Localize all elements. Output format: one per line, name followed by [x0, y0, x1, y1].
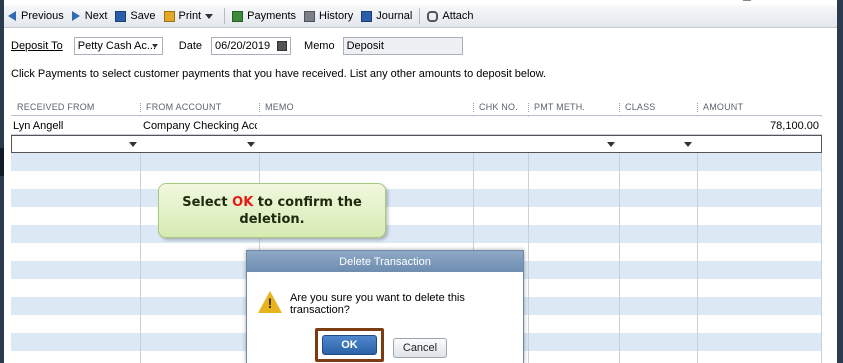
payments-icon — [232, 10, 244, 22]
col-class[interactable]: CLASS — [625, 102, 656, 112]
printer-icon — [163, 10, 175, 22]
print-label: Print — [178, 10, 202, 22]
cell-amount[interactable]: 78,100.00 — [700, 120, 819, 132]
col-separator — [528, 103, 529, 112]
col-separator — [140, 103, 141, 112]
payments-label: Payments — [247, 10, 297, 22]
memo-value: Deposit — [346, 40, 384, 52]
cancel-button[interactable]: Cancel — [393, 338, 447, 358]
attach-label: Attach — [442, 10, 474, 22]
toolbar-divider — [224, 8, 226, 24]
deposit-to-label: Deposit To — [11, 40, 63, 52]
history-label: History — [319, 10, 354, 22]
window-right-edge — [837, 0, 843, 363]
toolbar: Previous Next Save Print Payments Histor… — [4, 5, 837, 28]
journal-label: Journal — [376, 10, 413, 22]
memo-label: Memo — [304, 40, 335, 52]
date-label: Date — [178, 40, 203, 52]
ok-button[interactable]: OK — [322, 335, 377, 355]
journal-button[interactable]: Journal — [357, 6, 416, 26]
new-entry-row[interactable] — [11, 135, 822, 153]
memo-field[interactable]: Deposit — [342, 37, 463, 55]
warning-exclamation: ! — [267, 295, 273, 311]
print-button[interactable]: Print — [160, 6, 222, 26]
date-field[interactable]: 06/20/2019 — [211, 37, 292, 55]
history-button[interactable]: History — [300, 6, 357, 26]
cell-received-from[interactable]: Lyn Angell — [13, 120, 137, 132]
dialog-message: Are you sure you want to delete this tra… — [290, 292, 465, 316]
ok-highlight-frame: OK — [315, 328, 384, 362]
save-label: Save — [130, 10, 156, 22]
col-chk-no[interactable]: CHK NO. — [479, 102, 518, 112]
next-label: Next — [84, 10, 108, 22]
dialog-title: Delete Transaction — [247, 251, 523, 272]
grid-row-blank[interactable] — [11, 189, 822, 207]
toolbar-divider — [419, 8, 421, 24]
grid-column-line — [140, 116, 141, 363]
deposit-header: Deposit To Petty Cash Ac... Date 06/20/2… — [11, 36, 463, 56]
col-received-from[interactable]: RECEIVED FROM — [17, 102, 95, 112]
table-row[interactable]: Lyn Angell Company Checking Acc... 78,10… — [11, 117, 822, 135]
callout-prefix: Select — [182, 194, 233, 210]
grid-column-line — [619, 116, 620, 363]
print-dropdown-icon[interactable] — [205, 13, 214, 19]
callout-highlight: OK — [232, 194, 254, 210]
col-memo[interactable]: MEMO — [265, 102, 294, 112]
paperclip-icon — [427, 10, 439, 22]
calendar-icon[interactable] — [277, 41, 288, 51]
journal-icon — [361, 10, 373, 22]
payments-button[interactable]: Payments — [228, 6, 300, 26]
chevron-down-icon — [151, 44, 158, 48]
cell-from-account[interactable]: Company Checking Acc... — [143, 120, 257, 132]
previous-button[interactable]: Previous — [4, 6, 68, 26]
deposit-to-dropdown[interactable]: Petty Cash Ac... — [73, 37, 163, 55]
from-account-dropdown-icon[interactable] — [247, 142, 255, 147]
grid-row-blank[interactable] — [11, 225, 822, 243]
received-from-dropdown-icon[interactable] — [129, 142, 137, 147]
window-minimize-mark[interactable] — [743, 0, 751, 3]
col-from-account[interactable]: FROM ACCOUNT — [146, 102, 221, 112]
history-icon — [304, 10, 316, 22]
window-left-edge — [0, 0, 4, 363]
grid-column-line — [697, 116, 698, 363]
dialog-body: ! Are you sure you want to delete this t… — [247, 272, 523, 363]
attach-button[interactable]: Attach — [423, 6, 477, 26]
col-separator — [473, 103, 474, 112]
col-pmt-meth[interactable]: PMT METH. — [534, 102, 585, 112]
previous-arrow-icon — [8, 11, 16, 21]
next-arrow-icon — [71, 11, 80, 21]
grid-column-line — [528, 116, 529, 363]
deposit-to-value: Petty Cash Ac... — [77, 40, 157, 52]
pmt-meth-dropdown-icon[interactable] — [607, 142, 615, 147]
grid-header: RECEIVED FROM FROM ACCOUNT MEMO CHK NO. … — [11, 100, 822, 116]
class-dropdown-icon[interactable] — [684, 142, 692, 147]
date-value: 06/20/2019 — [215, 40, 271, 52]
col-separator — [259, 103, 260, 112]
delete-transaction-dialog: Delete Transaction ! Are you sure you wa… — [246, 250, 524, 363]
col-separator — [619, 103, 620, 112]
instruction-callout: Select OK to confirm the deletion. — [158, 183, 386, 238]
col-amount[interactable]: AMOUNT — [703, 102, 743, 112]
col-separator — [697, 103, 698, 112]
instructions-text: Click Payments to select customer paymen… — [11, 68, 546, 80]
next-button[interactable]: Next — [68, 6, 112, 26]
grid-row-blank[interactable] — [11, 153, 822, 171]
save-button[interactable]: Save — [111, 6, 159, 26]
previous-label: Previous — [21, 10, 64, 22]
floppy-disk-icon — [115, 10, 127, 22]
callout-suffix: to confirm the deletion. — [239, 194, 362, 227]
grid-column-line — [821, 116, 822, 363]
edge-handle — [0, 148, 4, 176]
callout-text: Select OK to confirm the deletion. — [177, 194, 367, 228]
